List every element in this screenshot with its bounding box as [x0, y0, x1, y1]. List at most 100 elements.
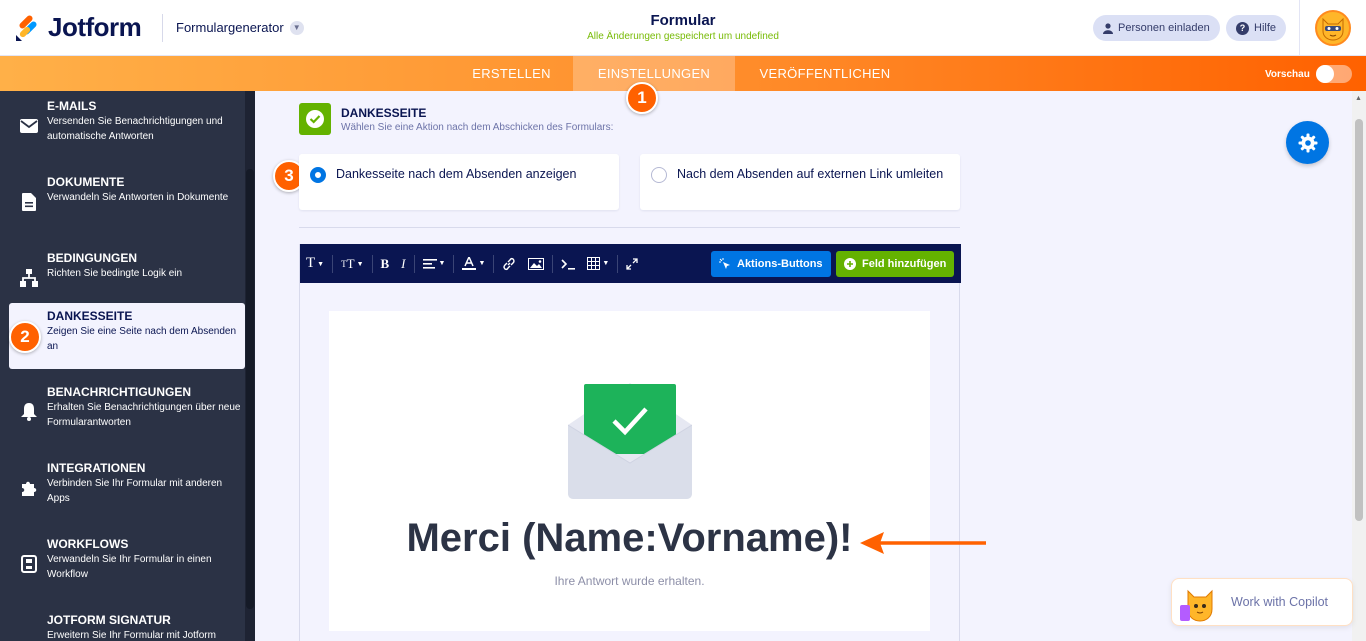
invite-label: Personen einladen [1118, 22, 1210, 34]
option-show-thankyou[interactable]: Dankesseite nach dem Absenden anzeigen [299, 154, 619, 210]
main-scroll-thumb[interactable] [1355, 119, 1363, 521]
sidebar-item-title: BENACHRICHTIGUNGEN [47, 385, 191, 399]
section-subtitle: Wählen Sie eine Aktion nach dem Abschick… [341, 122, 614, 133]
scroll-up-icon[interactable]: ▲ [1355, 95, 1362, 102]
font-family-button[interactable]: T ▼ [300, 244, 330, 283]
add-field-label: Feld hinzufügen [862, 258, 947, 270]
sidebar-item-title: INTEGRATIONEN [47, 461, 146, 475]
toolbar-separator [552, 254, 554, 273]
copilot-button[interactable]: Work with Copilot [1171, 578, 1353, 626]
workflow-icon [19, 554, 39, 574]
option-label: Nach dem Absenden auf externen Link umle… [677, 167, 944, 181]
thankyou-canvas[interactable]: Merci (Name:Vorname)! Ihre Antwort wurde… [329, 311, 930, 631]
image-icon [528, 257, 545, 270]
section-divider [299, 227, 960, 228]
tab-settings[interactable]: EINSTELLUNGEN [573, 56, 735, 91]
hierarchy-icon [19, 268, 39, 288]
plus-circle-icon [844, 258, 856, 270]
envelope-icon [19, 116, 39, 136]
sidebar-scrollbar[interactable] [245, 91, 255, 641]
link-button[interactable] [496, 244, 522, 283]
main-scrollbar[interactable]: ▲ [1352, 91, 1366, 641]
user-avatar-area[interactable] [1299, 0, 1366, 56]
callout-badge-2: 2 [9, 321, 41, 353]
expand-icon [626, 257, 638, 270]
sidebar-item-title: E-MAILS [47, 99, 97, 113]
help-button[interactable]: ? Hilfe [1226, 15, 1287, 41]
sidebar-item-documents[interactable]: DOKUMENTE Verwandeln Sie Antworten in Do… [9, 169, 245, 235]
thankyou-editor: T ▼ T T ▼ B I ▼ ▼ ▼ Aktions-Buttons Feld… [299, 244, 961, 641]
sidebar-item-thankyou[interactable]: DANKESSEITE Zeigen Sie eine Seite nach d… [9, 303, 245, 369]
toolbar-separator [413, 254, 415, 273]
sidebar-item-title: DANKESSEITE [47, 309, 133, 323]
preview-label: Vorschau [1265, 68, 1310, 80]
thankyou-section-icon [299, 103, 331, 135]
form-generator-dropdown[interactable]: Formulargenerator ▼ [176, 20, 304, 35]
thankyou-heading[interactable]: Merci (Name:Vorname)! [329, 516, 930, 561]
toolbar-separator [371, 254, 373, 273]
thankyou-message[interactable]: Ihre Antwort wurde erhalten. [329, 574, 930, 588]
help-label: Hilfe [1254, 22, 1277, 34]
radio-redirect-link[interactable] [651, 167, 667, 183]
settings-sidebar: E-MAILS Versenden Sie Benachrichtigungen… [0, 91, 255, 641]
table-button[interactable]: ▼ [581, 244, 615, 283]
callout-badge-1: 1 [626, 82, 658, 114]
text-color-button[interactable]: ▼ [456, 244, 491, 283]
jotform-logo[interactable]: Jotform [14, 12, 142, 43]
tab-build[interactable]: ERSTELLEN [450, 56, 573, 91]
action-buttons-button[interactable]: Aktions-Buttons [711, 251, 831, 277]
avatar[interactable] [1315, 10, 1351, 46]
section-title: DANKESSEITE [341, 106, 427, 120]
sidebar-item-workflows[interactable]: WORKFLOWS Verwandeln Sie Ihr Formular in… [9, 531, 245, 597]
table-icon [587, 257, 601, 270]
add-field-button[interactable]: Feld hinzufügen [836, 251, 955, 277]
copilot-cat-icon [1180, 589, 1213, 622]
bold-button[interactable]: B [375, 244, 396, 283]
sidebar-item-desc: Verwandeln Sie Antworten in Dokumente [47, 192, 229, 203]
italic-button[interactable]: I [395, 244, 411, 283]
sidebar-item-desc: Erweitern Sie Ihr Formular mit Jotform [47, 630, 216, 641]
sidebar-item-desc: Zeigen Sie eine Seite nach dem Absenden … [47, 326, 237, 352]
toolbar-separator [493, 254, 495, 273]
toolbar-separator [332, 254, 334, 273]
help-icon: ? [1236, 21, 1249, 35]
settings-gear-button[interactable] [1286, 121, 1329, 164]
signature-icon [19, 637, 39, 641]
gear-icon [1298, 133, 1317, 152]
fullscreen-button[interactable] [620, 244, 644, 283]
save-status: Alle Änderungen gespeichert um undefined [587, 31, 779, 42]
sidebar-item-notifications[interactable]: BENACHRICHTIGUNGEN Erhalten Sie Benachri… [9, 379, 245, 445]
radio-show-thankyou[interactable] [310, 167, 326, 183]
cat-avatar-icon [1322, 17, 1344, 41]
align-left-icon [422, 258, 437, 269]
chevron-down-icon: ▼ [289, 20, 304, 35]
jotform-logo-icon [16, 14, 37, 41]
terminal-icon [561, 258, 576, 270]
form-title[interactable]: Formular [533, 12, 833, 29]
builder-nav: ERSTELLEN EINSTELLUNGEN VERÖFFENTLICHEN … [0, 56, 1366, 91]
text-color-icon [462, 257, 477, 270]
invite-people-button[interactable]: Personen einladen [1093, 15, 1220, 41]
header-divider [162, 14, 163, 42]
font-size-button[interactable]: T T ▼ [335, 244, 369, 283]
sidebar-item-emails[interactable]: E-MAILS Versenden Sie Benachrichtigungen… [9, 93, 245, 159]
editor-toolbar: T ▼ T T ▼ B I ▼ ▼ ▼ Aktions-Buttons Feld… [300, 244, 961, 283]
sidebar-item-integrations[interactable]: INTEGRATIONEN Verbinden Sie Ihr Formular… [9, 455, 245, 521]
image-button[interactable] [522, 244, 550, 283]
cursor-click-icon [719, 258, 730, 269]
check-circle-icon [306, 110, 324, 128]
user-icon [1103, 22, 1113, 34]
preview-toggle-group[interactable]: Vorschau [1265, 65, 1352, 83]
envelope-check-icon [568, 383, 692, 499]
copilot-label: Work with Copilot [1231, 595, 1329, 609]
sidebar-scroll-thumb[interactable] [246, 169, 254, 609]
preview-toggle[interactable] [1315, 65, 1352, 83]
sidebar-item-desc: Verbinden Sie Ihr Formular mit anderen A… [47, 478, 223, 504]
tab-publish[interactable]: VERÖFFENTLICHEN [735, 56, 915, 91]
align-button[interactable]: ▼ [417, 244, 452, 283]
option-redirect-link[interactable]: Nach dem Absenden auf externen Link umle… [640, 154, 960, 210]
sidebar-item-conditions[interactable]: BEDINGUNGEN Richten Sie bedingte Logik e… [9, 245, 245, 311]
sidebar-item-desc: Richten Sie bedingte Logik ein [47, 268, 183, 279]
sidebar-item-signature[interactable]: JOTFORM SIGNATUR Erweitern Sie Ihr Formu… [9, 607, 245, 641]
code-button[interactable] [555, 244, 581, 283]
